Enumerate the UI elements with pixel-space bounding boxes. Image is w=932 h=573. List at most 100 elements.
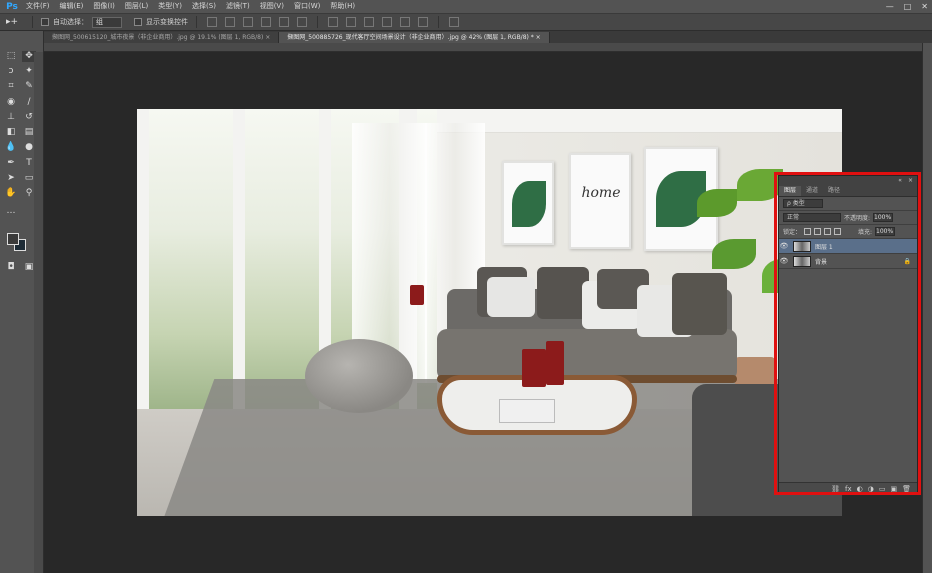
divider (438, 16, 439, 28)
blend-row: 正常 不透明度: 100% (779, 211, 917, 225)
plant-leaf (737, 169, 783, 201)
align-vcenter-icon[interactable] (225, 17, 235, 27)
photoshop-logo: Ps (6, 1, 18, 12)
menu-window[interactable]: 窗口(W) (289, 0, 325, 13)
plant-leaf (712, 239, 756, 269)
menu-edit[interactable]: 编辑(E) (55, 0, 89, 13)
horizontal-ruler (44, 43, 932, 52)
lock-icon: 🔒 (903, 257, 911, 265)
link-layers-icon[interactable]: ⛓ (831, 485, 840, 493)
maximize-button[interactable]: □ (904, 0, 912, 13)
distribute-hcenter-icon[interactable] (400, 17, 410, 27)
red-vase (546, 341, 564, 385)
options-bar: ▸+ 自动选择： 组 显示变换控件 (0, 13, 932, 31)
blur-tool-icon[interactable]: 💧 (4, 142, 18, 153)
lock-pixels-icon[interactable] (814, 228, 822, 235)
menu-filter[interactable]: 滤镜(T) (221, 0, 255, 13)
cushion-light (487, 277, 535, 317)
more-tools-icon[interactable]: … (4, 206, 18, 217)
lasso-tool-icon[interactable]: ↄ (4, 66, 18, 77)
new-layer-icon[interactable]: ▣ (890, 485, 897, 493)
opacity-label: 不透明度: (844, 215, 871, 222)
divider (317, 16, 318, 28)
monstera-leaf (512, 181, 546, 227)
crop-tool-icon[interactable]: ⌗ (4, 81, 18, 92)
close-panel-icon[interactable]: × (908, 177, 913, 184)
filter-row: ρ 类型 (779, 197, 917, 211)
tab-paths[interactable]: 路径 (823, 186, 845, 196)
layers-list: 👁 图层 1 👁 背景 🔒 (779, 239, 917, 439)
layer-style-icon[interactable]: fx (845, 485, 852, 493)
lock-transparent-icon[interactable] (804, 228, 812, 235)
tab-living-room[interactable]: 撷图网_500885726_现代客厅空间场景设计（非企业商用）.jpg @ 42… (279, 32, 550, 43)
distribute-right-icon[interactable] (418, 17, 428, 27)
tab-channels[interactable]: 通道 (801, 186, 823, 196)
auto-select-dropdown[interactable]: 组 (92, 16, 122, 28)
pen-tool-icon[interactable]: ✒ (4, 158, 18, 169)
menu-view[interactable]: 视图(V) (255, 0, 289, 13)
eye-icon[interactable]: 👁 (779, 257, 789, 265)
menu-layer[interactable]: 图层(L) (120, 0, 153, 13)
divider (196, 16, 197, 28)
sofa-seat (437, 329, 737, 381)
minimize-button[interactable]: — (886, 0, 894, 13)
auto-align-icon[interactable] (449, 17, 459, 27)
opacity-input[interactable]: 100% (873, 213, 894, 222)
menu-image[interactable]: 图像(I) (88, 0, 120, 13)
panel-footer: ⛓ fx ◐ ◑ ▭ ▣ 🗑 (779, 482, 917, 494)
distribute-bottom-icon[interactable] (364, 17, 374, 27)
lock-row: 锁定： 填充: 100% (779, 225, 917, 239)
layer-row-layer1[interactable]: 👁 图层 1 (779, 239, 917, 254)
eye-icon[interactable]: 👁 (779, 242, 789, 250)
red-vase (522, 349, 546, 387)
vertical-ruler (34, 52, 44, 573)
layer-name[interactable]: 背景 (815, 257, 827, 266)
eraser-tool-icon[interactable]: ◧ (4, 127, 18, 138)
collapse-panel-icon[interactable]: « (898, 177, 902, 184)
healing-brush-tool-icon[interactable]: ◉ (4, 97, 18, 108)
foreground-color-swatch[interactable] (7, 233, 19, 245)
layer-filter-select[interactable]: ρ 类型 (783, 199, 823, 208)
align-top-icon[interactable] (207, 17, 217, 27)
hand-tool-icon[interactable]: ✋ (4, 188, 18, 199)
distribute-left-icon[interactable] (382, 17, 392, 27)
new-group-icon[interactable]: ▭ (879, 485, 886, 493)
layer-name[interactable]: 图层 1 (815, 242, 833, 251)
show-transform-checkbox[interactable] (134, 18, 142, 26)
menu-type[interactable]: 类型(Y) (153, 0, 187, 13)
magazines (499, 399, 555, 423)
align-right-icon[interactable] (297, 17, 307, 27)
menu-file[interactable]: 文件(F) (21, 0, 55, 13)
add-mask-icon[interactable]: ◐ (857, 485, 863, 493)
menu-select[interactable]: 选择(S) (187, 0, 221, 13)
clone-stamp-tool-icon[interactable]: ⊥ (4, 112, 18, 123)
align-hcenter-icon[interactable] (279, 17, 289, 27)
lock-all-icon[interactable] (834, 228, 842, 235)
close-button[interactable]: ✕ (921, 0, 928, 13)
quick-mask-icon[interactable]: ◘ (4, 262, 18, 273)
distribute-vcenter-icon[interactable] (346, 17, 356, 27)
tab-city-night[interactable]: 撷图网_500615120_城市夜景（非企业商用）.jpg @ 19.1% (图… (44, 32, 280, 43)
panel-header: « × (779, 176, 917, 185)
adjustment-layer-icon[interactable]: ◑ (868, 485, 874, 493)
auto-select-label: 自动选择： (53, 18, 88, 26)
align-bottom-icon[interactable] (243, 17, 253, 27)
layer-row-background[interactable]: 👁 背景 🔒 (779, 254, 917, 269)
marquee-tool-icon[interactable]: ⬚ (4, 51, 18, 62)
menu-help[interactable]: 帮助(H) (325, 0, 360, 13)
menu-bar: Ps 文件(F) 编辑(E) 图像(I) 图层(L) 类型(Y) 选择(S) 滤… (0, 0, 932, 13)
panel-tabs: 图层 通道 路径 (779, 185, 917, 197)
tab-layers[interactable]: 图层 (779, 186, 802, 196)
move-tool-preset-icon[interactable]: ▸+ (6, 16, 24, 28)
distribute-top-icon[interactable] (328, 17, 338, 27)
delete-layer-icon[interactable]: 🗑 (902, 485, 911, 493)
fill-input[interactable]: 100% (875, 227, 896, 236)
blend-mode-select[interactable]: 正常 (783, 213, 841, 222)
living-room-photo[interactable]: home (137, 109, 842, 516)
align-left-icon[interactable] (261, 17, 271, 27)
lock-position-icon[interactable] (824, 228, 832, 235)
path-selection-tool-icon[interactable]: ➤ (4, 173, 18, 184)
red-candle (410, 285, 424, 305)
fill-label: 填充: (858, 229, 873, 236)
auto-select-checkbox[interactable] (41, 18, 49, 26)
